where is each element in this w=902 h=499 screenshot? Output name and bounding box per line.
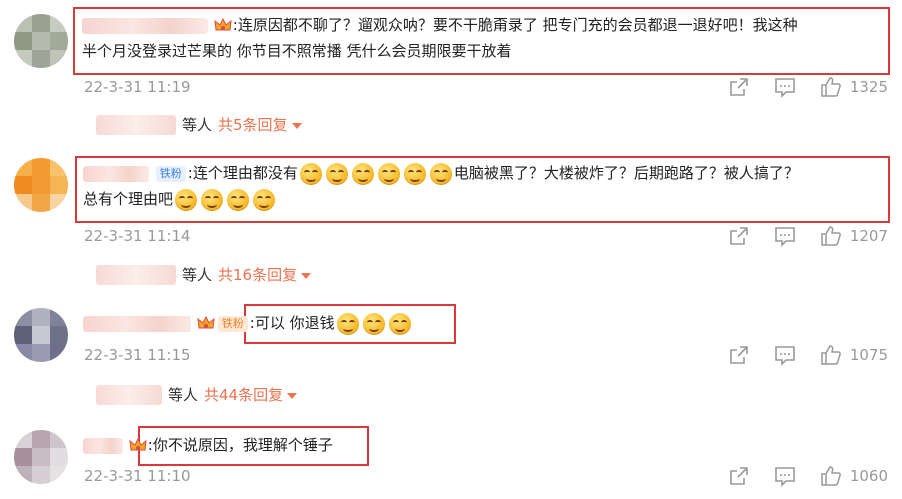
comment-actions: 1325 xyxy=(728,76,888,98)
username[interactable] xyxy=(82,17,208,34)
view-replies-label[interactable]: 共16条回复 xyxy=(218,266,297,284)
avatar[interactable] xyxy=(14,14,68,68)
view-replies-link[interactable]: 共5条回复 xyxy=(218,114,302,135)
smile-emoji-icon xyxy=(325,162,348,185)
reply-users-blur xyxy=(96,264,176,285)
smile-emoji-icon xyxy=(336,312,359,335)
reply-users-blur xyxy=(96,384,162,405)
comment-4: :你不说原因，我理解个锤子 22-3-31 11:10 1060 xyxy=(0,420,902,499)
replies-others: 等人 xyxy=(182,266,213,284)
chevron-down-icon xyxy=(291,122,302,129)
like-icon[interactable] xyxy=(820,225,842,247)
fans-badge: 铁粉 xyxy=(217,315,248,332)
username[interactable] xyxy=(83,165,149,182)
like-button[interactable]: 1207 xyxy=(820,225,888,247)
like-count: 1075 xyxy=(849,346,888,364)
smile-emoji-icon xyxy=(351,162,374,185)
smile-emoji-icon xyxy=(227,188,250,211)
view-replies-link[interactable]: 共44条回复 xyxy=(204,384,298,405)
like-button[interactable]: 1060 xyxy=(820,465,888,487)
comment-text: :你不说原因，我理解个锤子 xyxy=(83,432,583,458)
like-count: 1325 xyxy=(849,78,888,96)
timestamp: 22-3-31 11:10 xyxy=(84,467,191,485)
comment-text: 铁粉:连个理由都没有 电脑被黑了？大楼被炸了？后期跑路了？被人搞了？ 总有个理由吧 xyxy=(83,160,893,212)
comment-icon[interactable] xyxy=(774,465,796,487)
smile-emoji-icon xyxy=(429,162,452,185)
avatar[interactable] xyxy=(14,158,68,212)
comment-icon[interactable] xyxy=(774,344,796,366)
like-count: 1060 xyxy=(849,467,888,485)
smile-emoji-icon xyxy=(362,312,385,335)
like-button[interactable]: 1325 xyxy=(820,76,888,98)
comment-text-line2: 半个月没登录过芒果的 你节目不照常播 凭什么会员期限要干放着 xyxy=(82,42,512,60)
comment-text-line1b: 电脑被黑了？大楼被炸了？后期跑路了？被人搞了？ xyxy=(453,164,799,182)
like-icon[interactable] xyxy=(820,465,842,487)
comment-1: :连原因都不聊了？遛观众呐？要不干脆甭录了 把专门充的会员都退一退好吧！我这种 … xyxy=(0,0,902,140)
fans-badge: 铁粉 xyxy=(155,165,186,182)
comment-text-line: :可以 你退钱 xyxy=(249,314,335,332)
comment-text-line1a: :连个理由都没有 xyxy=(187,164,298,182)
replies-summary: 等人 共44条回复 xyxy=(96,384,298,405)
share-icon[interactable] xyxy=(728,344,750,366)
crown-icon xyxy=(214,17,232,34)
smile-emoji-icon xyxy=(201,188,224,211)
chevron-down-icon xyxy=(301,272,312,279)
avatar[interactable] xyxy=(14,308,68,362)
chevron-down-icon xyxy=(287,392,298,399)
smile-emoji-icon xyxy=(253,188,276,211)
like-icon[interactable] xyxy=(820,344,842,366)
timestamp: 22-3-31 11:15 xyxy=(84,346,191,364)
replies-summary: 等人 共5条回复 xyxy=(96,114,302,135)
reply-users-blur xyxy=(96,114,176,135)
view-replies-label[interactable]: 共44条回复 xyxy=(204,386,283,404)
comment-icon[interactable] xyxy=(774,76,796,98)
username[interactable] xyxy=(83,437,123,454)
comment-text: 铁粉:可以 你退钱 xyxy=(83,310,583,336)
like-count: 1207 xyxy=(849,227,888,245)
smile-emoji-icon xyxy=(403,162,426,185)
crown-icon xyxy=(197,315,215,332)
view-replies-link[interactable]: 共16条回复 xyxy=(218,264,312,285)
smile-emoji-icon xyxy=(388,312,411,335)
smile-emoji-icon xyxy=(377,162,400,185)
replies-summary: 等人 共16条回复 xyxy=(96,264,312,285)
share-icon[interactable] xyxy=(728,225,750,247)
comment-2: 铁粉:连个理由都没有 电脑被黑了？大楼被炸了？后期跑路了？被人搞了？ 总有个理由吧… xyxy=(0,140,902,290)
like-icon[interactable] xyxy=(820,76,842,98)
timestamp: 22-3-31 11:14 xyxy=(84,227,191,245)
comment-actions: 1075 xyxy=(728,344,888,366)
smile-emoji-icon xyxy=(175,188,198,211)
comment-text-line2: 总有个理由吧 xyxy=(83,190,174,208)
comment-actions: 1060 xyxy=(728,465,888,487)
like-button[interactable]: 1075 xyxy=(820,344,888,366)
comment-text-line1: :连原因都不聊了？遛观众呐？要不干脆甭录了 把专门充的会员都退一退好吧！我这种 xyxy=(232,16,798,34)
share-icon[interactable] xyxy=(728,76,750,98)
comment-actions: 1207 xyxy=(728,225,888,247)
replies-others: 等人 xyxy=(182,116,213,134)
comment-3: 铁粉:可以 你退钱 22-3-31 11:15 1075 等人 共44条回复 xyxy=(0,290,902,420)
smile-emoji-icon xyxy=(299,162,322,185)
share-icon[interactable] xyxy=(728,465,750,487)
avatar[interactable] xyxy=(14,430,68,484)
view-replies-label[interactable]: 共5条回复 xyxy=(218,116,288,134)
username[interactable] xyxy=(83,315,191,332)
comment-text-line: :你不说原因，我理解个锤子 xyxy=(147,436,333,454)
timestamp: 22-3-31 11:19 xyxy=(84,78,191,96)
comment-icon[interactable] xyxy=(774,225,796,247)
comment-text: :连原因都不聊了？遛观众呐？要不干脆甭录了 把专门充的会员都退一退好吧！我这种 … xyxy=(82,12,892,64)
replies-others: 等人 xyxy=(168,386,199,404)
crown-icon xyxy=(129,437,147,454)
